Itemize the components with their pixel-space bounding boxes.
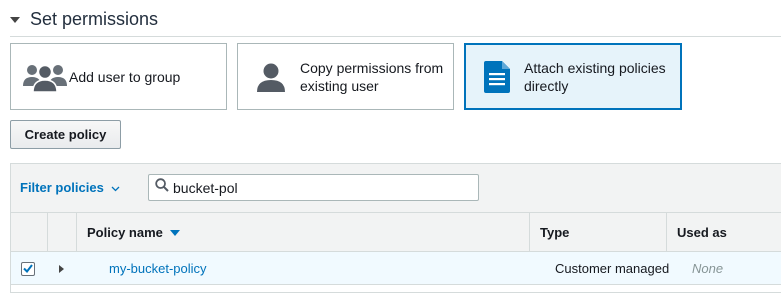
column-header-type[interactable]: Type <box>540 213 569 252</box>
checkmark-icon <box>23 264 33 273</box>
column-divider <box>529 213 530 251</box>
table-header: Policy name Type Used as <box>11 213 781 252</box>
copy-permissions-option[interactable]: Copy permissions from existing user <box>237 43 454 110</box>
filter-dropdown-label: Filter policies <box>20 180 104 195</box>
policy-name-link[interactable]: my-bucket-policy <box>109 252 207 285</box>
policy-table: Filter policies Policy name Type Used as <box>10 163 781 293</box>
option-label-line: Attach existing policies <box>524 59 666 76</box>
column-divider <box>76 213 77 251</box>
add-user-to-group-option[interactable]: Add user to group <box>10 43 227 110</box>
search-box[interactable] <box>148 174 479 201</box>
column-divider <box>47 213 48 251</box>
policy-used-as: None <box>692 261 724 276</box>
search-icon <box>155 178 169 197</box>
user-icon <box>256 62 286 92</box>
column-header-used-as[interactable]: Used as <box>677 213 727 252</box>
chevron-down-icon <box>111 180 120 195</box>
filter-bar: Filter policies <box>11 164 781 213</box>
filter-policies-dropdown[interactable]: Filter policies <box>20 180 120 195</box>
row-checkbox[interactable] <box>21 252 35 285</box>
column-header-policy-name[interactable]: Policy name <box>87 213 180 252</box>
option-label-line: existing user <box>300 77 379 94</box>
create-policy-button[interactable]: Create policy <box>10 120 121 149</box>
document-icon <box>482 60 512 93</box>
group-icon <box>23 62 67 92</box>
expand-arrow-icon[interactable] <box>59 264 64 273</box>
attach-policies-option[interactable]: Attach existing policies directly <box>464 43 682 110</box>
option-label-line: directly <box>524 77 569 94</box>
column-label: Policy name <box>87 225 163 240</box>
search-input[interactable] <box>173 179 463 196</box>
option-label: Attach existing policies directly <box>524 59 666 95</box>
option-label: Copy permissions from existing user <box>300 59 443 95</box>
caret-down-icon[interactable] <box>10 17 20 23</box>
column-divider <box>666 213 667 251</box>
row-expand[interactable] <box>59 252 64 285</box>
table-row[interactable]: my-bucket-policy Customer managed None <box>11 252 781 285</box>
sort-descending-icon <box>169 229 180 236</box>
section-header[interactable]: Set permissions <box>10 6 158 32</box>
option-label: Add user to group <box>69 68 181 85</box>
checkbox[interactable] <box>21 261 35 276</box>
divider <box>10 36 781 37</box>
section-title: Set permissions <box>30 8 159 29</box>
policy-type: Customer managed <box>555 261 670 276</box>
option-label-line: Copy permissions from <box>300 59 444 76</box>
